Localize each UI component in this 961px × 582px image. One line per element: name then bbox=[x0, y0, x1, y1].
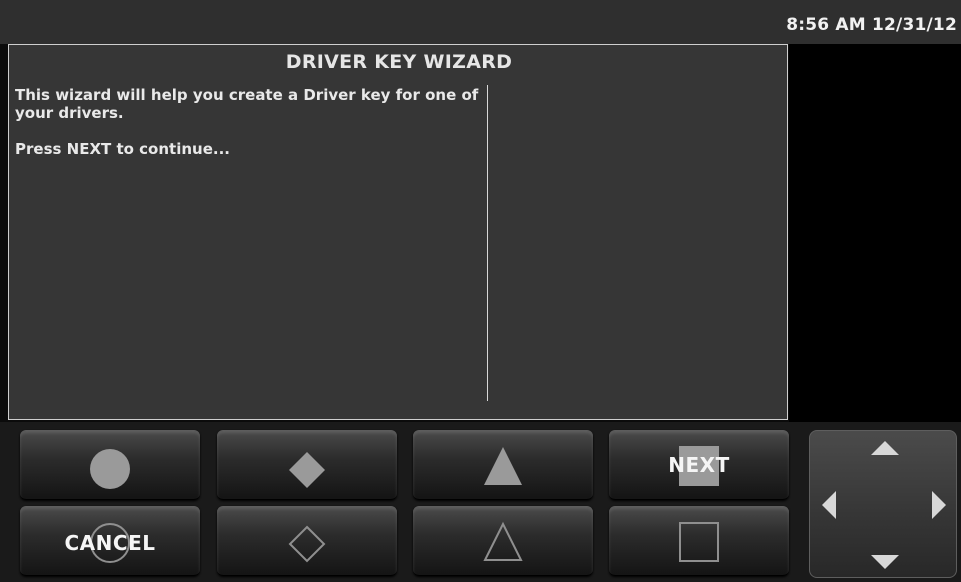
wizard-panel: DRIVER KEY WIZARD This wizard will help … bbox=[8, 44, 788, 420]
softkey-square-outline-button[interactable] bbox=[609, 506, 789, 576]
column-divider bbox=[487, 85, 488, 401]
clock: 8:56 AM 12/31/12 bbox=[786, 15, 957, 35]
diamond-filled-icon bbox=[289, 452, 325, 488]
diamond-outline-icon bbox=[288, 525, 326, 563]
softkey-diamond-button[interactable] bbox=[217, 430, 397, 500]
arrow-down-icon[interactable] bbox=[871, 555, 899, 569]
next-label: NEXT bbox=[668, 453, 730, 477]
arrow-left-icon[interactable] bbox=[822, 491, 836, 519]
direction-pad bbox=[809, 430, 957, 578]
wizard-text: This wizard will help you create a Drive… bbox=[15, 86, 485, 176]
status-bar: 8:56 AM 12/31/12 bbox=[0, 0, 961, 44]
triangle-filled-icon bbox=[484, 447, 522, 485]
side-blank-area bbox=[789, 44, 961, 422]
softkey-triangle-outline-button[interactable] bbox=[413, 506, 593, 576]
cancel-label: CANCEL bbox=[64, 531, 156, 555]
wizard-prompt: Press NEXT to continue... bbox=[15, 140, 230, 158]
page-title: DRIVER KEY WIZARD bbox=[285, 51, 513, 73]
triangle-outline-icon bbox=[483, 521, 523, 561]
arrow-up-icon[interactable] bbox=[871, 441, 899, 455]
cancel-button[interactable]: CANCEL bbox=[20, 506, 200, 576]
circle-filled-icon bbox=[90, 449, 130, 489]
softkey-circle-button[interactable] bbox=[20, 430, 200, 500]
wizard-intro: This wizard will help you create a Drive… bbox=[15, 86, 479, 122]
softkey-triangle-button[interactable] bbox=[413, 430, 593, 500]
arrow-right-icon[interactable] bbox=[932, 491, 946, 519]
square-outline-icon bbox=[679, 522, 719, 562]
next-button[interactable]: NEXT bbox=[609, 430, 789, 500]
softkey-diamond-outline-button[interactable] bbox=[217, 506, 397, 576]
